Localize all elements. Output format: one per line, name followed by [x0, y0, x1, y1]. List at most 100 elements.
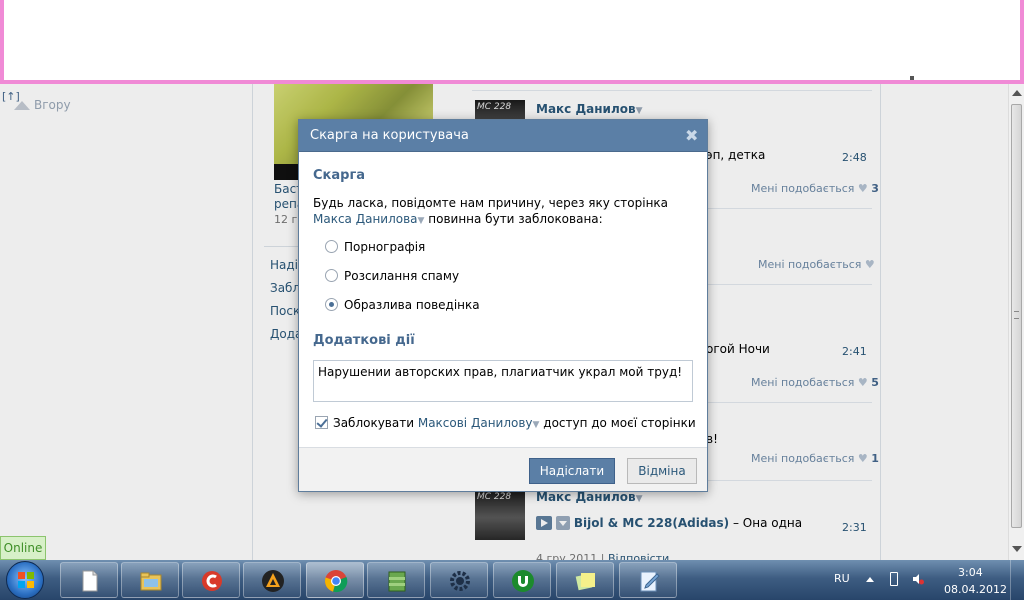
comment-textarea[interactable]: Нарушении авторских прав, плагиатчик укр…	[313, 360, 693, 402]
reason-label: Розсилання спаму	[344, 269, 460, 283]
add-audio-icon[interactable]	[555, 516, 570, 530]
like-button-3[interactable]: Мені подобається ♥ 5	[751, 376, 879, 389]
close-icon[interactable]: ✖	[685, 126, 698, 145]
dialog-header: Скарга на користувача ✖	[299, 120, 707, 152]
ccleaner-icon	[202, 571, 222, 591]
archive-icon	[388, 571, 406, 592]
reason-label: Образлива поведінка	[344, 298, 480, 312]
like-count: 3	[871, 182, 879, 195]
show-desktop-button[interactable]	[1010, 560, 1024, 600]
report-user-dialog: Скарга на користувача ✖ Скарга Будь ласк…	[298, 119, 708, 492]
scroll-up-arrow-icon[interactable]	[1012, 90, 1022, 96]
battery-icon[interactable]	[890, 572, 898, 586]
photo-dark-corner	[274, 164, 300, 180]
block-text-after: доступ до моєї сторінки	[539, 416, 696, 430]
send-button[interactable]: Надіслати	[529, 458, 615, 484]
feed-avatar-5[interactable]: MC 228	[475, 490, 525, 540]
avatar-tag: MC 228	[477, 492, 512, 502]
reason-option-abuse[interactable]: Образлива поведінка	[325, 298, 480, 312]
sticky-notes-icon	[575, 573, 595, 591]
extra-actions-title: Додаткові дії	[313, 333, 415, 348]
track-title: – Она одна	[729, 516, 803, 530]
taskbar-notepad[interactable]	[60, 562, 118, 598]
block-access-checkbox-row[interactable]: Заблокувати Максові Данилову▼ доступ до …	[315, 416, 696, 430]
document-icon	[82, 570, 98, 592]
post-date: 4 гру 2011 |	[536, 552, 608, 560]
feed-author-5[interactable]: Макс Данилов▼	[536, 490, 643, 504]
left-menu-item-3[interactable]: Поск	[270, 304, 300, 318]
show-hidden-icons-icon[interactable]	[866, 577, 874, 582]
start-button[interactable]	[6, 561, 44, 599]
clock-date[interactable]: 08.04.2012	[944, 583, 1007, 596]
online-status-badge[interactable]: Online	[0, 536, 46, 560]
cancel-button[interactable]: Відміна	[627, 458, 697, 484]
heart-icon: ♥	[864, 258, 875, 271]
volume-muted-icon[interactable]	[912, 573, 924, 585]
taskbar-utorrent[interactable]	[493, 562, 551, 598]
notebook-icon	[640, 571, 660, 592]
taskbar-winrar[interactable]	[367, 562, 425, 598]
heart-icon: ♥	[857, 376, 868, 389]
like-label: Мені подобається	[751, 182, 855, 195]
reported-user-link[interactable]: Макса Данилова	[313, 212, 418, 226]
feed-author-1[interactable]: Макс Данилов▼	[536, 102, 643, 116]
taskbar-chrome[interactable]	[306, 562, 364, 598]
like-label: Мені подобається	[758, 258, 862, 271]
feed-time-5: 2:31	[842, 521, 867, 534]
dialog-footer: Надіслати Відміна	[299, 447, 707, 491]
prompt-text-before: Будь ласка, повідомте нам причину, через…	[313, 196, 669, 210]
column-divider-right	[880, 84, 881, 560]
block-access-checkbox[interactable]	[315, 416, 328, 429]
reason-option-porn[interactable]: Порнографія	[325, 240, 425, 254]
like-count: 1	[871, 452, 879, 465]
blocked-user-link[interactable]: Максові Данилову	[418, 416, 533, 430]
back-to-top-label: Вгору	[34, 98, 71, 112]
play-icon[interactable]	[536, 516, 552, 530]
corner-marker	[910, 76, 914, 80]
windows-logo-icon	[18, 572, 34, 588]
feed-text-1: эп, детка	[706, 148, 766, 162]
clock-time[interactable]: 3:04	[958, 566, 983, 579]
avatar-tag: MC 228	[477, 102, 512, 112]
feed-time-3: 2:41	[842, 345, 867, 358]
like-button-4[interactable]: Мені подобається ♥ 1	[751, 452, 879, 465]
taskbar-notebook[interactable]	[619, 562, 677, 598]
feed-author-name: Макс Данилов	[536, 490, 636, 504]
left-menu-item-2[interactable]: Забл	[270, 281, 300, 295]
taskbar-aimp[interactable]	[243, 562, 301, 598]
taskbar-sticky-notes[interactable]	[556, 562, 614, 598]
back-to-top-link[interactable]: Вгору	[14, 98, 71, 112]
feed-author-name: Макс Данилов	[536, 102, 636, 116]
scroll-down-arrow-icon[interactable]	[1012, 546, 1022, 552]
utorrent-icon	[512, 570, 534, 592]
column-divider-left	[252, 84, 253, 560]
dialog-title: Скарга на користувача	[310, 128, 469, 143]
taskbar-settings[interactable]	[430, 562, 488, 598]
feed-text-3: огой Ночи	[706, 342, 770, 356]
radio-button[interactable]	[325, 240, 338, 253]
up-arrow-icon	[14, 101, 30, 110]
feed-separator	[472, 90, 872, 91]
radio-button-selected[interactable]	[325, 298, 338, 311]
reply-link[interactable]: Відповісти	[608, 552, 669, 560]
track-artist[interactable]: Bijol & MC 228(Adidas)	[574, 516, 729, 530]
grip-icon	[1014, 311, 1019, 319]
like-button-2[interactable]: Мені подобається ♥	[758, 258, 875, 271]
language-indicator[interactable]: RU	[834, 572, 850, 585]
top-blank-panel	[0, 0, 1024, 84]
like-label: Мені подобається	[751, 376, 855, 389]
reason-option-spam[interactable]: Розсилання спаму	[325, 269, 459, 283]
feed-time-1: 2:48	[842, 151, 867, 164]
post-meta: 4 гру 2011 | Відповісти	[536, 552, 669, 560]
prompt-text-after: повинна бути заблокована:	[424, 212, 603, 226]
taskbar-ccleaner[interactable]	[182, 562, 240, 598]
block-text-before: Заблокувати	[333, 416, 418, 430]
scroll-thumb[interactable]	[1011, 104, 1022, 528]
vertical-scrollbar[interactable]	[1008, 84, 1024, 560]
taskbar-file-explorer[interactable]	[121, 562, 179, 598]
radio-button[interactable]	[325, 269, 338, 282]
chevron-down-icon[interactable]: ▼	[636, 106, 643, 116]
like-button-1[interactable]: Мені подобається ♥ 3	[751, 182, 879, 195]
chevron-down-icon[interactable]: ▼	[636, 494, 643, 504]
aimp-icon	[262, 570, 284, 592]
